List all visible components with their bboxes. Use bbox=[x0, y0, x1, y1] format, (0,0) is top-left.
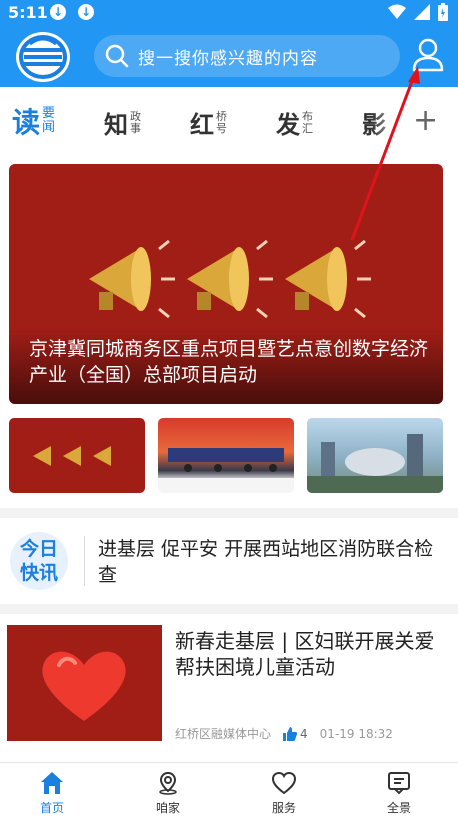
nav-quanjing[interactable]: 全景 bbox=[364, 771, 434, 816]
user-icon[interactable] bbox=[410, 36, 446, 74]
nav-label: 全景 bbox=[386, 801, 411, 815]
add-channel-icon[interactable]: + bbox=[413, 103, 438, 138]
nav-zanjia[interactable]: 咱家 bbox=[133, 771, 203, 816]
thumbnail-event[interactable] bbox=[158, 418, 294, 493]
location-icon bbox=[159, 771, 177, 795]
news-time: 01-19 18:32 bbox=[319, 726, 393, 741]
hero-caption: 京津冀同城商务区重点项目暨艺点意创数字经济产业（全国）总部项目启动 bbox=[29, 338, 429, 386]
tab-label-big: 发 bbox=[276, 110, 300, 139]
tab-zhengshi[interactable]: 知 政事 bbox=[104, 105, 143, 140]
likes-count: 4 bbox=[300, 726, 308, 741]
tab-yaowen[interactable]: 读 要闻 bbox=[12, 101, 57, 141]
tab-label-small: 桥号 bbox=[216, 109, 227, 135]
nav-label: 服务 bbox=[271, 801, 296, 815]
tab-buhui[interactable]: 发 布汇 bbox=[276, 105, 315, 140]
battery-icon bbox=[438, 3, 448, 21]
section-divider bbox=[0, 604, 458, 614]
nav-fuwu[interactable]: 服务 bbox=[249, 771, 319, 816]
tab-label-small: 要闻 bbox=[42, 106, 56, 135]
nav-label: 咱家 bbox=[155, 801, 180, 815]
panorama-icon bbox=[388, 772, 410, 795]
news-title: 新春走基层 | 区妇联开展关爱帮扶困境儿童活动 bbox=[175, 629, 435, 679]
app-logo[interactable] bbox=[16, 32, 70, 82]
thumbnail-megaphones[interactable] bbox=[9, 418, 145, 493]
flash-news-badge: 今日 快讯 bbox=[10, 532, 68, 590]
signal-icon bbox=[414, 4, 430, 20]
news-meta: 红桥区融媒体中心 4 01-19 18:32 bbox=[175, 725, 445, 742]
city-photo-icon bbox=[307, 434, 443, 493]
search-icon bbox=[105, 44, 129, 68]
badge-line1: 今日 bbox=[19, 538, 58, 560]
search-bar[interactable]: 搜一搜你感兴趣的内容 bbox=[94, 35, 400, 77]
nav-home[interactable]: 首页 bbox=[17, 771, 87, 816]
flash-news-text: 进基层 促平安 开展西站地区消防联合检查 bbox=[98, 538, 434, 586]
thumbs-up-icon bbox=[283, 726, 298, 741]
status-icons bbox=[388, 3, 448, 21]
event-photo-icon bbox=[158, 448, 294, 493]
tab-label-small: 布汇 bbox=[302, 109, 313, 135]
megaphone-icon bbox=[33, 446, 111, 466]
download-icon: ↓ bbox=[78, 4, 94, 20]
top-bar: 搜一搜你感兴趣的内容 bbox=[0, 26, 458, 87]
download-icon: ↓ bbox=[50, 4, 66, 20]
news-item[interactable]: 新春走基层 | 区妇联开展关爱帮扶困境儿童活动 红桥区融媒体中心 4 01-19… bbox=[0, 614, 458, 754]
hero-caption-overlay: 京津冀同城商务区重点项目暨艺点意创数字经济产业（全国）总部项目启动 bbox=[9, 328, 443, 404]
tab-label-small: 政事 bbox=[130, 109, 141, 135]
heart-icon bbox=[271, 771, 297, 795]
search-placeholder: 搜一搜你感兴趣的内容 bbox=[138, 48, 318, 69]
heart-icon bbox=[42, 651, 126, 721]
tab-label-big: 读 bbox=[12, 106, 41, 139]
news-source: 红桥区融媒体中心 bbox=[175, 727, 272, 741]
status-time: 5:11 bbox=[8, 3, 48, 22]
vertical-divider bbox=[84, 536, 85, 586]
status-bar: 5:11 ↓ ↓ bbox=[0, 0, 458, 26]
home-icon bbox=[41, 772, 63, 794]
wifi-icon bbox=[388, 4, 406, 19]
hero-banner[interactable]: 京津冀同城商务区重点项目暨艺点意创数字经济产业（全国）总部项目启动 bbox=[9, 164, 443, 404]
tab-label-big: 红 bbox=[190, 110, 214, 139]
news-likes[interactable]: 4 bbox=[283, 726, 308, 741]
tab-fade bbox=[372, 87, 408, 149]
thumbnail-city[interactable] bbox=[307, 418, 443, 493]
nav-label: 首页 bbox=[39, 801, 64, 815]
badge-line2: 快讯 bbox=[19, 562, 58, 584]
channel-tabs: 读 要闻 知 政事 红 桥号 发 布汇 影 + bbox=[0, 87, 458, 149]
tab-qiaohao[interactable]: 红 桥号 bbox=[190, 105, 229, 140]
news-image bbox=[7, 625, 162, 741]
section-divider bbox=[0, 508, 458, 518]
bottom-navigation: 首页 咱家 服务 全景 bbox=[0, 762, 458, 827]
tab-label-big: 知 bbox=[104, 110, 128, 139]
today-flash-news[interactable]: 今日 快讯 进基层 促平安 开展西站地区消防联合检查 bbox=[0, 518, 458, 604]
